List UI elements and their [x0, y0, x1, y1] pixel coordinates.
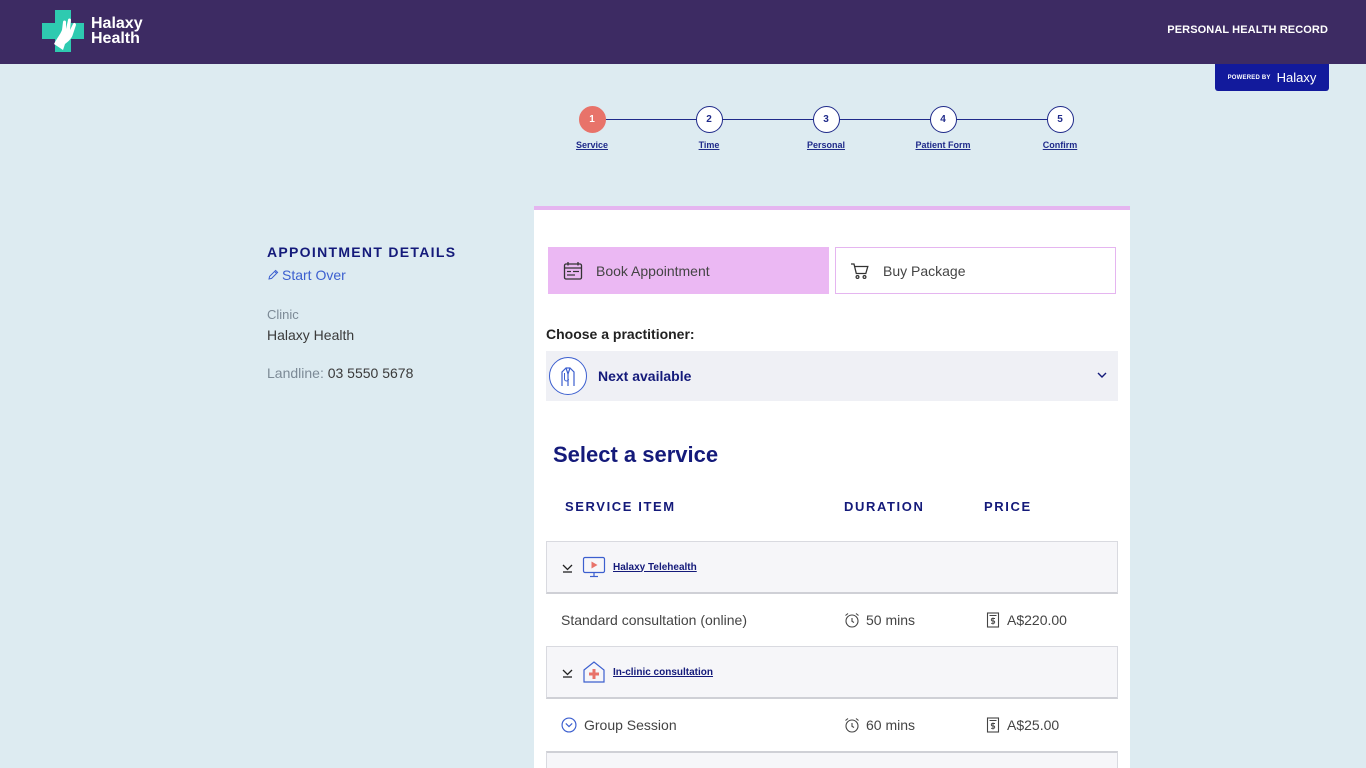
logo-text: Halaxy Health: [91, 15, 143, 47]
landline-label: Landline:: [267, 365, 324, 381]
practitioner-avatar: [549, 357, 587, 395]
start-over-label: Start Over: [282, 267, 346, 283]
start-over-link[interactable]: Start Over: [267, 267, 507, 283]
price-receipt-icon: [986, 716, 1000, 733]
telehealth-icon: [582, 556, 606, 578]
chevron-down-icon: [562, 564, 573, 573]
medical-cross-hand-icon: [42, 10, 84, 52]
step-number: 5: [1046, 106, 1074, 133]
expand-circle-icon[interactable]: [561, 716, 577, 733]
step-confirm[interactable]: 5 Confirm: [1025, 106, 1095, 150]
choose-practitioner-label: Choose a practitioner:: [546, 326, 695, 342]
landline: Landline: 03 5550 5678: [267, 365, 507, 381]
duration-value: 60 mins: [866, 716, 916, 733]
powered-by-text: POWERED BY: [1227, 74, 1271, 81]
step-patient-form[interactable]: 4 Patient Form: [908, 106, 978, 150]
booking-card: Book Appointment Buy Package Choose a pr…: [534, 206, 1130, 768]
personal-health-record-link[interactable]: PERSONAL HEALTH RECORD: [1167, 24, 1328, 36]
service-group-in-clinic[interactable]: In-clinic consultation: [546, 646, 1118, 699]
service-name: Group Session: [584, 716, 677, 733]
column-header-service-item: SERVICE ITEM: [565, 499, 676, 514]
chevron-down-icon: [1097, 372, 1107, 378]
logo-line-2: Health: [91, 30, 140, 47]
step-label[interactable]: Confirm: [1025, 140, 1095, 150]
powered-by-halaxy-badge[interactable]: POWERED BY Halaxy: [1215, 64, 1329, 91]
service-name-wrapper: Group Session: [561, 717, 677, 733]
service-group-name[interactable]: Halaxy Telehealth: [613, 562, 697, 573]
practitioner-select[interactable]: Next available: [546, 351, 1118, 401]
service-row-standard-consultation[interactable]: Standard consultation (online) 50 mins A…: [546, 593, 1118, 646]
alarm-clock-icon: [845, 612, 859, 628]
service-duration: 60 mins: [844, 717, 915, 733]
tab-label: Buy Package: [883, 262, 966, 279]
step-personal[interactable]: 3 Personal: [791, 106, 861, 150]
price-value: A$220.00: [1007, 611, 1067, 628]
step-number: 1: [578, 106, 606, 133]
clinic-label: Clinic: [267, 307, 299, 322]
clinic-name: Halaxy Health: [267, 327, 355, 343]
price-receipt-icon: [986, 611, 1000, 628]
shopping-cart-icon: [851, 262, 869, 279]
step-time[interactable]: 2 Time: [674, 106, 744, 150]
practitioner-selected-value: Next available: [598, 368, 692, 384]
step-service[interactable]: 1 Service: [557, 106, 627, 150]
booking-progress-stepper: 1 Service 2 Time 3 Personal 4 Patient Fo…: [560, 104, 1090, 154]
appointment-details-title: APPOINTMENT DETAILS: [267, 244, 457, 260]
tab-book-appointment[interactable]: Book Appointment: [548, 247, 829, 294]
service-group-telehealth[interactable]: Halaxy Telehealth: [546, 541, 1118, 594]
logo-line-1: Halaxy: [91, 15, 143, 32]
service-price: A$25.00: [985, 717, 1059, 733]
service-group-name[interactable]: In-clinic consultation: [613, 667, 713, 678]
clinic-icon: [583, 661, 605, 683]
step-number: 3: [812, 106, 840, 133]
service-name: Standard consultation (online): [561, 611, 748, 628]
step-label[interactable]: Patient Form: [908, 140, 978, 150]
chevron-down-icon: [562, 669, 573, 678]
service-price: A$220.00: [985, 612, 1067, 628]
step-number: 4: [929, 106, 957, 133]
duration-value: 50 mins: [866, 611, 916, 628]
column-header-duration: DURATION: [844, 499, 925, 514]
step-label[interactable]: Time: [674, 140, 744, 150]
tab-label: Book Appointment: [596, 262, 710, 279]
step-label[interactable]: Personal: [791, 140, 861, 150]
booking-type-tabs: Book Appointment Buy Package: [548, 247, 1116, 294]
service-duration: 50 mins: [844, 612, 915, 628]
appointment-details-panel: APPOINTMENT DETAILS Start Over Clinic Ha…: [267, 244, 507, 381]
calendar-icon: [563, 261, 583, 280]
service-row-partial[interactable]: [546, 751, 1118, 768]
step-number: 2: [695, 106, 723, 133]
tab-buy-package[interactable]: Buy Package: [835, 247, 1116, 294]
landline-number: 03 5550 5678: [327, 365, 414, 381]
doctor-coat-icon: [561, 367, 575, 386]
powered-halaxy-name: Halaxy: [1276, 70, 1317, 85]
alarm-clock-icon: [845, 717, 859, 733]
halaxy-health-logo[interactable]: Halaxy Health: [40, 8, 143, 54]
column-header-price: PRICE: [984, 499, 1032, 514]
step-label[interactable]: Service: [557, 140, 627, 150]
top-navigation-bar: Halaxy Health PERSONAL HEALTH RECORD: [0, 0, 1366, 64]
service-row-group-session[interactable]: Group Session 60 mins A$25.00: [546, 698, 1118, 751]
select-service-heading: Select a service: [553, 442, 719, 467]
price-value: A$25.00: [1007, 716, 1060, 733]
pencil-icon: [268, 269, 279, 280]
